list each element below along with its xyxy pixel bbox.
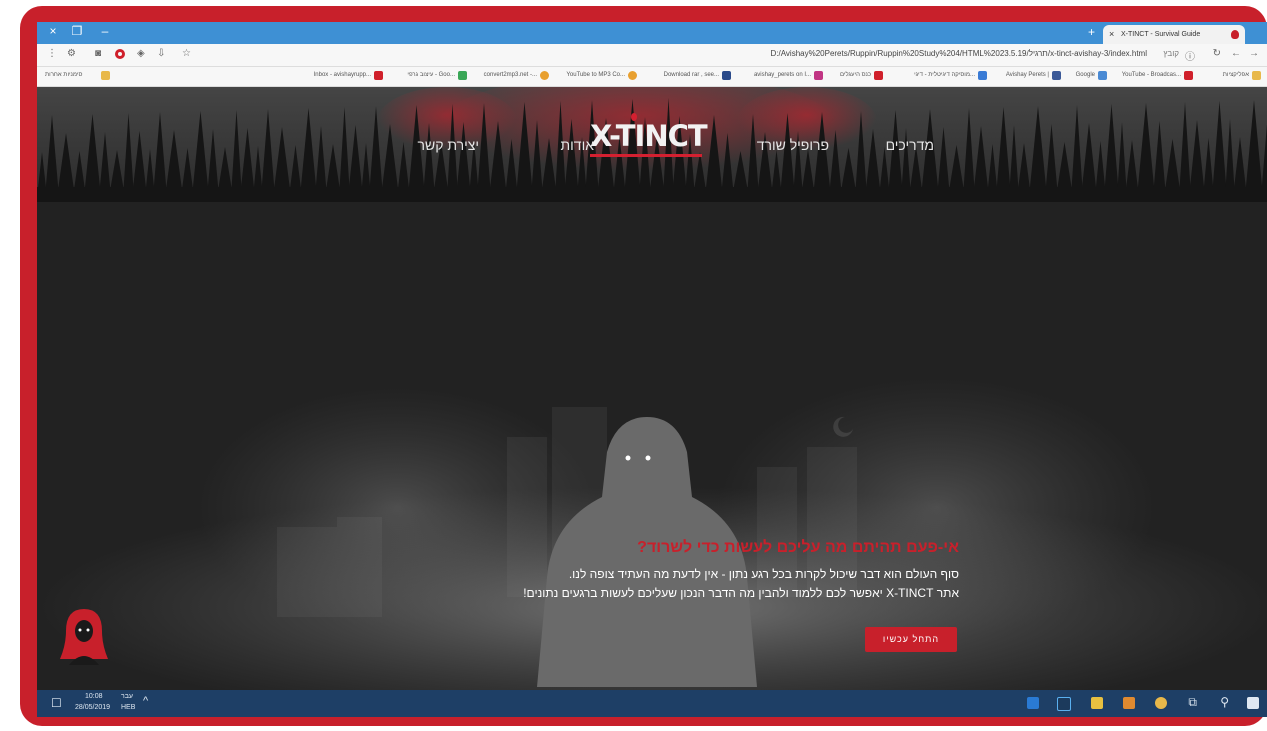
hero-title: אי-פעם תהיתם מה עליכם לעשות כדי לשרוד? — [637, 539, 959, 556]
bookmark-apps[interactable]: אפליקציות — [1223, 72, 1249, 78]
website: מדריכים פרופיל שורד X-TINCT אודות יצירת … — [37, 87, 1267, 690]
bookmark-instagram[interactable]: avishay_perets on I... — [754, 72, 811, 78]
bookmark-avishay-facebook[interactable]: Avishay Perets | — [1006, 72, 1049, 78]
opera-icon[interactable] — [115, 49, 125, 59]
site-logo[interactable]: X-TINCT — [590, 119, 708, 153]
menu-dots-icon[interactable]: ⋮ — [47, 48, 57, 59]
media-player-icon[interactable] — [1123, 697, 1135, 709]
apps-bookmark-icon — [1252, 71, 1261, 80]
bookmark-download-rar[interactable]: Download rar , see... — [664, 72, 719, 78]
browser-tab[interactable]: × X-TINCT - Survival Guide — [1103, 25, 1245, 44]
close-window-button[interactable]: × — [43, 24, 63, 38]
bookmark-convert2mp3[interactable]: convert2mp3.net -... — [484, 72, 537, 78]
facebook-icon — [1052, 71, 1061, 80]
drive-icon — [458, 71, 467, 80]
instagram-icon — [814, 71, 823, 80]
forward-icon[interactable]: → — [1249, 48, 1259, 59]
hero-text-line1: סוף העולם הוא דבר שיכול לקרות בכל רגע נת… — [568, 567, 959, 581]
info-icon[interactable]: ⓘ — [1185, 48, 1195, 63]
taskbar: ☐ 10:08 28/05/2019 עבר HEB ^ ⚲ ⧉ — [37, 690, 1267, 717]
conference-icon — [874, 71, 883, 80]
window-titlebar: × ❐ – + × X-TINCT - Survival Guide — [37, 22, 1267, 44]
bookmark-graphic-design[interactable]: עיצוב גרפי - Goo... — [407, 72, 455, 78]
tab-title: X-TINCT - Survival Guide — [1121, 31, 1201, 38]
back-icon[interactable]: ← — [1231, 48, 1241, 59]
bookmark-google[interactable]: Google — [1076, 72, 1095, 78]
hero-text-line2: אתר X-TINCT יאפשר לכם ללמוד ולהבין מה הד… — [523, 586, 959, 600]
store-icon[interactable] — [1027, 697, 1039, 709]
bookmark-other[interactable]: סימניות אחרות — [45, 72, 82, 78]
restore-window-button[interactable]: ❐ — [67, 24, 87, 38]
music-icon — [978, 71, 987, 80]
gmail-icon — [374, 71, 383, 80]
youtube-mp3-icon — [628, 71, 637, 80]
extension-icon[interactable]: ⚙ — [67, 48, 76, 59]
tab-favicon-icon — [1231, 30, 1239, 39]
bookmark-conference[interactable]: כנס היעגלים — [840, 72, 871, 78]
minimize-window-button[interactable]: – — [95, 24, 115, 38]
nav-guides[interactable]: מדריכים — [886, 137, 934, 153]
nav-contact[interactable]: יצירת קשר — [418, 137, 479, 153]
bookmark-digital-music[interactable]: מוסיקה דיגיטלית - דיגי... — [914, 72, 975, 78]
chrome-icon[interactable] — [1155, 697, 1167, 709]
taskbar-date: 28/05/2019 — [75, 704, 111, 711]
nav-survivor-profile[interactable]: פרופיל שורד — [757, 137, 829, 153]
search-icon[interactable]: ⚲ — [1220, 695, 1229, 709]
windows-start-icon[interactable] — [1247, 697, 1259, 709]
google-icon — [1098, 71, 1107, 80]
bookmarks-bar: אפליקציות YouTube - Broadcas... Google A… — [37, 67, 1267, 87]
folder-icon — [101, 71, 110, 80]
rar-icon — [722, 71, 731, 80]
tab-close-button[interactable]: × — [1109, 25, 1114, 44]
screen: × ❐ – + × X-TINCT - Survival Guide ⋮ ⚙ ◙… — [37, 22, 1267, 717]
bookmark-inbox[interactable]: Inbox - avishayrupp... — [314, 72, 371, 78]
bookmark-youtube-mp3[interactable]: YouTube to MP3 Co... — [566, 72, 625, 78]
show-hidden-icons-icon[interactable]: ^ — [143, 695, 148, 707]
logo-underline — [590, 154, 702, 157]
new-tab-button[interactable]: + — [1088, 25, 1095, 39]
nav-about[interactable]: אודות — [561, 137, 595, 153]
star-icon[interactable]: ☆ — [182, 48, 191, 59]
language-indicator-top[interactable]: עבר — [121, 693, 133, 700]
download-icon[interactable]: ⇩ — [157, 48, 165, 59]
address-bar: ⋮ ⚙ ◙ ◈ ⇩ ☆ D:/Avishay%20Perets/Ruppin/R… — [37, 44, 1267, 67]
url-field[interactable]: D:/Avishay%20Perets/Ruppin/Ruppin%20Stud… — [771, 49, 1148, 58]
file-label: קובץ — [1163, 49, 1179, 58]
bookmark-youtube-broadcast[interactable]: YouTube - Broadcas... — [1122, 72, 1181, 78]
language-indicator[interactable]: HEB — [121, 704, 135, 711]
photoshop-icon[interactable] — [1057, 697, 1071, 711]
start-now-button[interactable]: התחל עכשיו — [865, 627, 957, 652]
reload-icon[interactable]: ↻ — [1213, 48, 1221, 59]
convert-icon — [540, 71, 549, 80]
youtube-icon — [1184, 71, 1193, 80]
survivor-avatar-icon[interactable] — [59, 605, 109, 665]
camera-icon[interactable]: ◙ — [95, 48, 101, 59]
file-explorer-icon[interactable] — [1091, 697, 1103, 709]
notifications-icon[interactable]: ☐ — [51, 696, 62, 710]
taskbar-time: 10:08 — [85, 693, 103, 700]
shield-icon[interactable]: ◈ — [137, 48, 145, 59]
task-view-icon[interactable]: ⧉ — [1188, 695, 1197, 710]
